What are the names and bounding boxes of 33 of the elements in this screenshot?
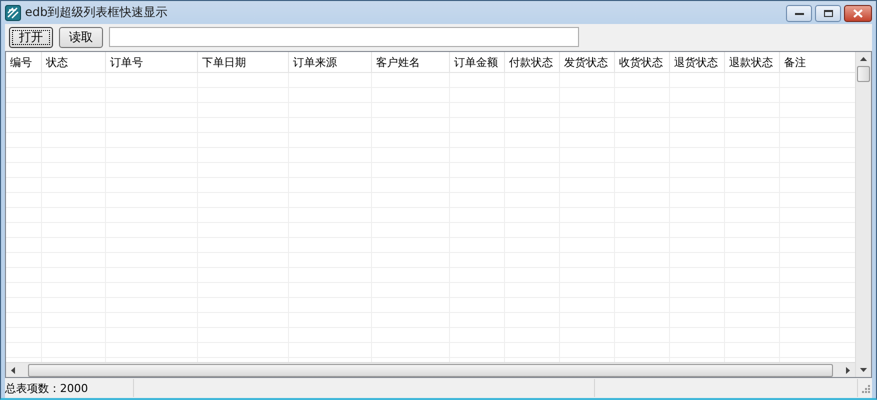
app-icon: [5, 4, 21, 20]
maximize-button[interactable]: [815, 5, 841, 22]
column-header[interactable]: 订单来源: [289, 52, 372, 72]
input-field[interactable]: [109, 27, 579, 47]
status-text: 总表项数：2000: [5, 380, 88, 396]
close-button[interactable]: [844, 5, 872, 22]
scroll-thumb[interactable]: [857, 66, 870, 82]
column-header[interactable]: 收货状态: [615, 52, 670, 72]
column-header[interactable]: 下单日期: [198, 52, 289, 72]
down-arrow-icon[interactable]: [860, 368, 867, 372]
maximize-icon: [824, 10, 832, 17]
column-header[interactable]: 发货状态: [560, 52, 615, 72]
toolbar-button[interactable]: 读取: [59, 26, 103, 48]
resize-grip-icon: [860, 383, 870, 393]
up-arrow-icon[interactable]: [860, 57, 867, 61]
window-title: edb到超级列表框快速显示: [25, 4, 168, 21]
horizontal-scrollbar[interactable]: [6, 362, 855, 377]
column-header[interactable]: 编号: [6, 52, 42, 72]
column-header[interactable]: 客户姓名: [372, 52, 450, 72]
minimize-icon: [794, 12, 804, 14]
right-arrow-icon[interactable]: [846, 366, 850, 374]
column-header[interactable]: 退款状态: [725, 52, 780, 72]
column-header[interactable]: 状态: [42, 52, 106, 72]
vertical-scrollbar[interactable]: [855, 52, 871, 377]
left-arrow-icon[interactable]: [11, 366, 15, 374]
scroll-thumb[interactable]: [28, 364, 833, 376]
column-header[interactable]: 付款状态: [505, 52, 560, 72]
close-icon: [853, 9, 863, 18]
minimize-button[interactable]: [786, 5, 812, 22]
column-header[interactable]: 退货状态: [670, 52, 725, 72]
toolbar-button[interactable]: 打开: [9, 26, 53, 48]
column-header[interactable]: 订单号: [106, 52, 198, 72]
column-header[interactable]: 订单金额: [450, 52, 505, 72]
